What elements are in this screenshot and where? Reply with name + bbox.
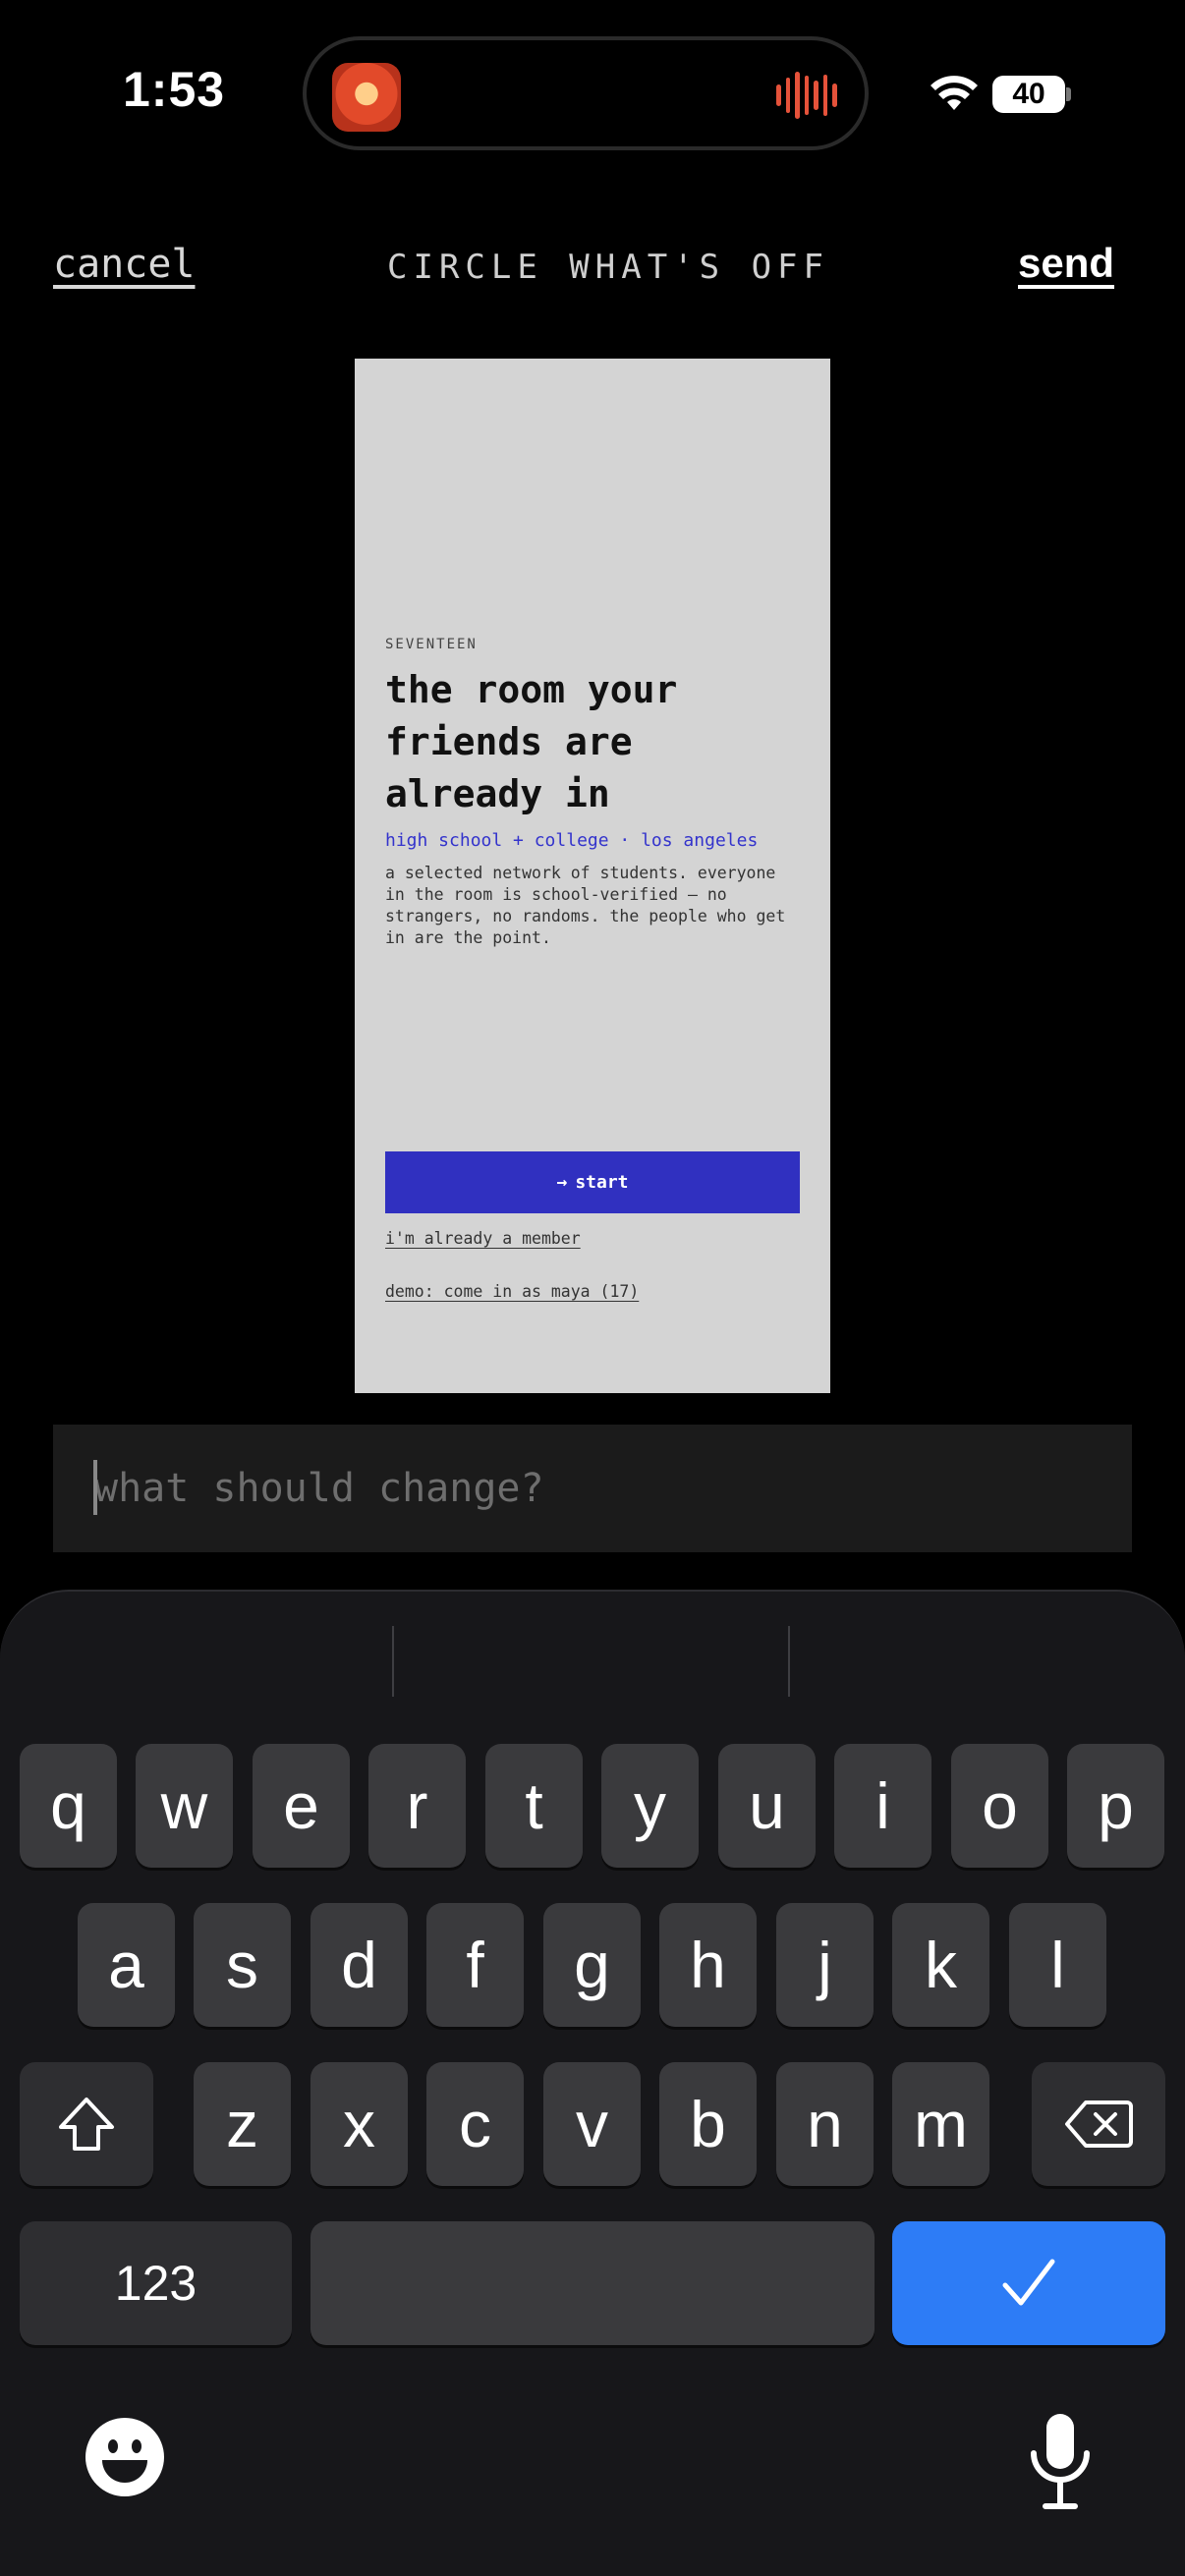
description-line: in are the point. bbox=[385, 928, 551, 947]
suggestion-divider bbox=[788, 1626, 790, 1697]
key-h[interactable]: h bbox=[659, 1903, 757, 2027]
key-g[interactable]: g bbox=[543, 1903, 641, 2027]
headline-line: already in bbox=[385, 772, 610, 815]
key-v[interactable]: v bbox=[543, 2062, 641, 2186]
key-t[interactable]: t bbox=[485, 1744, 583, 1868]
key-c[interactable]: c bbox=[426, 2062, 524, 2186]
preview-eyebrow: SEVENTEEN bbox=[385, 637, 478, 652]
headline-line: friends are bbox=[385, 720, 633, 763]
battery-icon: 40 bbox=[992, 76, 1065, 113]
key-u[interactable]: u bbox=[718, 1744, 816, 1868]
key-i[interactable]: i bbox=[834, 1744, 931, 1868]
emoji-icon[interactable] bbox=[85, 2417, 165, 2497]
start-button[interactable]: → start bbox=[385, 1151, 800, 1213]
headline-line: the room your bbox=[385, 668, 678, 711]
key-p[interactable]: p bbox=[1067, 1744, 1164, 1868]
space-key[interactable] bbox=[310, 2221, 875, 2345]
text-cursor bbox=[93, 1460, 97, 1515]
key-z[interactable]: z bbox=[194, 2062, 291, 2186]
done-key[interactable] bbox=[892, 2221, 1165, 2345]
status-time: 1:53 bbox=[123, 62, 226, 117]
shift-key[interactable] bbox=[20, 2062, 153, 2186]
preview-description: a selected network of students. everyone… bbox=[385, 863, 803, 949]
suggestion-divider bbox=[392, 1626, 394, 1697]
shift-icon bbox=[59, 2098, 114, 2151]
description-line: strangers, no randoms. the people who ge… bbox=[385, 907, 786, 925]
key-j[interactable]: j bbox=[776, 1903, 874, 2027]
microphone-icon[interactable] bbox=[1028, 2412, 1093, 2510]
key-a[interactable]: a bbox=[78, 1903, 175, 2027]
key-x[interactable]: x bbox=[310, 2062, 408, 2186]
numbers-key[interactable]: 123 bbox=[20, 2221, 292, 2345]
start-label: start bbox=[575, 1172, 629, 1193]
key-r[interactable]: r bbox=[368, 1744, 466, 1868]
preview-subtitle: high school + college · los angeles bbox=[385, 830, 759, 851]
delete-icon bbox=[1065, 2100, 1133, 2148]
key-m[interactable]: m bbox=[892, 2062, 989, 2186]
wifi-icon bbox=[931, 76, 978, 110]
app-thumbnail-icon[interactable] bbox=[332, 63, 401, 132]
key-s[interactable]: s bbox=[194, 1903, 291, 2027]
preview-headline: the room your friends are already in bbox=[385, 664, 818, 820]
key-k[interactable]: k bbox=[892, 1903, 989, 2027]
key-o[interactable]: o bbox=[951, 1744, 1048, 1868]
send-button[interactable]: send bbox=[1018, 240, 1114, 287]
description-line: a selected network of students. everyone bbox=[385, 864, 776, 882]
feedback-input[interactable] bbox=[53, 1425, 1132, 1552]
battery-tip bbox=[1066, 87, 1071, 101]
audio-waveform-icon bbox=[776, 69, 838, 122]
key-f[interactable]: f bbox=[426, 1903, 524, 2027]
key-n[interactable]: n bbox=[776, 2062, 874, 2186]
key-w[interactable]: w bbox=[136, 1744, 233, 1868]
checkmark-icon bbox=[1002, 2259, 1055, 2306]
key-y[interactable]: y bbox=[601, 1744, 699, 1868]
description-line: in the room is school-verified — no bbox=[385, 885, 727, 904]
member-link[interactable]: i'm already a member bbox=[385, 1229, 581, 1248]
key-l[interactable]: l bbox=[1009, 1903, 1106, 2027]
cancel-button[interactable]: cancel bbox=[53, 242, 196, 287]
key-e[interactable]: e bbox=[253, 1744, 350, 1868]
key-d[interactable]: d bbox=[310, 1903, 408, 2027]
delete-key[interactable] bbox=[1032, 2062, 1165, 2186]
page-title: CIRCLE WHAT'S OFF bbox=[387, 248, 829, 287]
key-b[interactable]: b bbox=[659, 2062, 757, 2186]
demo-link[interactable]: demo: come in as maya (17) bbox=[385, 1282, 639, 1301]
arrow-right-icon: → bbox=[556, 1172, 568, 1193]
key-q[interactable]: q bbox=[20, 1744, 117, 1868]
